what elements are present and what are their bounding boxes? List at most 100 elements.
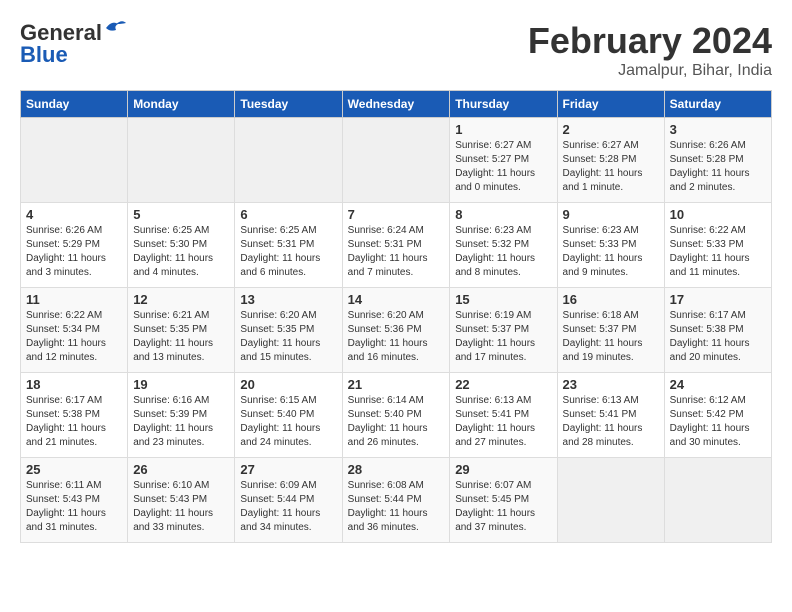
calendar-cell: 19 Sunrise: 6:16 AMSunset: 5:39 PMDayligh… bbox=[128, 373, 235, 458]
calendar-cell: 22 Sunrise: 6:13 AMSunset: 5:41 PMDayligh… bbox=[450, 373, 557, 458]
day-number: 18 bbox=[26, 377, 122, 392]
day-number: 5 bbox=[133, 207, 229, 222]
calendar-body: 1 Sunrise: 6:27 AMSunset: 5:27 PMDaylight… bbox=[21, 118, 772, 543]
calendar-cell: 28 Sunrise: 6:08 AMSunset: 5:44 PMDayligh… bbox=[342, 458, 450, 543]
day-number: 22 bbox=[455, 377, 551, 392]
page-header: General Blue February 2024 Jamalpur, Bih… bbox=[20, 20, 772, 80]
calendar-cell: 23 Sunrise: 6:13 AMSunset: 5:41 PMDayligh… bbox=[557, 373, 664, 458]
calendar-cell: 16 Sunrise: 6:18 AMSunset: 5:37 PMDayligh… bbox=[557, 288, 664, 373]
calendar-cell: 6 Sunrise: 6:25 AMSunset: 5:31 PMDaylight… bbox=[235, 203, 342, 288]
day-info: Sunrise: 6:07 AMSunset: 5:45 PMDaylight:… bbox=[455, 479, 551, 535]
day-number: 23 bbox=[563, 377, 659, 392]
day-info: Sunrise: 6:23 AMSunset: 5:32 PMDaylight:… bbox=[455, 224, 551, 280]
calendar-cell: 2 Sunrise: 6:27 AMSunset: 5:28 PMDaylight… bbox=[557, 118, 664, 203]
day-info: Sunrise: 6:27 AMSunset: 5:28 PMDaylight:… bbox=[563, 139, 659, 195]
calendar-cell: 14 Sunrise: 6:20 AMSunset: 5:36 PMDayligh… bbox=[342, 288, 450, 373]
calendar-cell: 5 Sunrise: 6:25 AMSunset: 5:30 PMDaylight… bbox=[128, 203, 235, 288]
day-info: Sunrise: 6:25 AMSunset: 5:31 PMDaylight:… bbox=[240, 224, 336, 280]
logo-blue: Blue bbox=[20, 42, 68, 68]
day-number: 6 bbox=[240, 207, 336, 222]
weekday-header-friday: Friday bbox=[557, 91, 664, 118]
day-info: Sunrise: 6:17 AMSunset: 5:38 PMDaylight:… bbox=[26, 394, 122, 450]
calendar-cell: 1 Sunrise: 6:27 AMSunset: 5:27 PMDaylight… bbox=[450, 118, 557, 203]
day-info: Sunrise: 6:15 AMSunset: 5:40 PMDaylight:… bbox=[240, 394, 336, 450]
day-info: Sunrise: 6:14 AMSunset: 5:40 PMDaylight:… bbox=[348, 394, 445, 450]
calendar-cell: 21 Sunrise: 6:14 AMSunset: 5:40 PMDayligh… bbox=[342, 373, 450, 458]
weekday-header-sunday: Sunday bbox=[21, 91, 128, 118]
day-number: 10 bbox=[670, 207, 766, 222]
day-number: 12 bbox=[133, 292, 229, 307]
day-number: 4 bbox=[26, 207, 122, 222]
weekday-header-wednesday: Wednesday bbox=[342, 91, 450, 118]
calendar-table: SundayMondayTuesdayWednesdayThursdayFrid… bbox=[20, 90, 772, 543]
day-info: Sunrise: 6:26 AMSunset: 5:28 PMDaylight:… bbox=[670, 139, 766, 195]
day-number: 28 bbox=[348, 462, 445, 477]
calendar-cell: 27 Sunrise: 6:09 AMSunset: 5:44 PMDayligh… bbox=[235, 458, 342, 543]
title-block: February 2024 Jamalpur, Bihar, India bbox=[528, 20, 772, 80]
calendar-cell: 26 Sunrise: 6:10 AMSunset: 5:43 PMDayligh… bbox=[128, 458, 235, 543]
calendar-week-3: 11 Sunrise: 6:22 AMSunset: 5:34 PMDayligh… bbox=[21, 288, 772, 373]
day-number: 16 bbox=[563, 292, 659, 307]
day-info: Sunrise: 6:13 AMSunset: 5:41 PMDaylight:… bbox=[563, 394, 659, 450]
day-number: 13 bbox=[240, 292, 336, 307]
day-info: Sunrise: 6:22 AMSunset: 5:34 PMDaylight:… bbox=[26, 309, 122, 365]
day-number: 19 bbox=[133, 377, 229, 392]
day-info: Sunrise: 6:12 AMSunset: 5:42 PMDaylight:… bbox=[670, 394, 766, 450]
day-info: Sunrise: 6:20 AMSunset: 5:36 PMDaylight:… bbox=[348, 309, 445, 365]
calendar-cell: 11 Sunrise: 6:22 AMSunset: 5:34 PMDayligh… bbox=[21, 288, 128, 373]
day-info: Sunrise: 6:17 AMSunset: 5:38 PMDaylight:… bbox=[670, 309, 766, 365]
day-number: 2 bbox=[563, 122, 659, 137]
day-info: Sunrise: 6:19 AMSunset: 5:37 PMDaylight:… bbox=[455, 309, 551, 365]
calendar-cell bbox=[128, 118, 235, 203]
calendar-cell: 3 Sunrise: 6:26 AMSunset: 5:28 PMDaylight… bbox=[664, 118, 771, 203]
calendar-cell: 20 Sunrise: 6:15 AMSunset: 5:40 PMDayligh… bbox=[235, 373, 342, 458]
day-info: Sunrise: 6:25 AMSunset: 5:30 PMDaylight:… bbox=[133, 224, 229, 280]
day-info: Sunrise: 6:09 AMSunset: 5:44 PMDaylight:… bbox=[240, 479, 336, 535]
day-info: Sunrise: 6:10 AMSunset: 5:43 PMDaylight:… bbox=[133, 479, 229, 535]
weekday-header-tuesday: Tuesday bbox=[235, 91, 342, 118]
day-info: Sunrise: 6:26 AMSunset: 5:29 PMDaylight:… bbox=[26, 224, 122, 280]
calendar-cell: 10 Sunrise: 6:22 AMSunset: 5:33 PMDayligh… bbox=[664, 203, 771, 288]
day-info: Sunrise: 6:23 AMSunset: 5:33 PMDaylight:… bbox=[563, 224, 659, 280]
day-number: 8 bbox=[455, 207, 551, 222]
location: Jamalpur, Bihar, India bbox=[528, 62, 772, 80]
calendar-cell bbox=[21, 118, 128, 203]
day-info: Sunrise: 6:22 AMSunset: 5:33 PMDaylight:… bbox=[670, 224, 766, 280]
day-number: 9 bbox=[563, 207, 659, 222]
day-number: 24 bbox=[670, 377, 766, 392]
logo: General Blue bbox=[20, 20, 126, 68]
day-info: Sunrise: 6:16 AMSunset: 5:39 PMDaylight:… bbox=[133, 394, 229, 450]
logo-bird-icon bbox=[104, 18, 126, 38]
calendar-cell: 9 Sunrise: 6:23 AMSunset: 5:33 PMDaylight… bbox=[557, 203, 664, 288]
calendar-week-2: 4 Sunrise: 6:26 AMSunset: 5:29 PMDaylight… bbox=[21, 203, 772, 288]
calendar-cell: 13 Sunrise: 6:20 AMSunset: 5:35 PMDayligh… bbox=[235, 288, 342, 373]
calendar-cell: 29Sunrise: 6:07 AMSunset: 5:45 PMDayligh… bbox=[450, 458, 557, 543]
day-info: Sunrise: 6:13 AMSunset: 5:41 PMDaylight:… bbox=[455, 394, 551, 450]
day-info: Sunrise: 6:27 AMSunset: 5:27 PMDaylight:… bbox=[455, 139, 551, 195]
day-info: Sunrise: 6:08 AMSunset: 5:44 PMDaylight:… bbox=[348, 479, 445, 535]
day-info: Sunrise: 6:20 AMSunset: 5:35 PMDaylight:… bbox=[240, 309, 336, 365]
calendar-week-4: 18 Sunrise: 6:17 AMSunset: 5:38 PMDayligh… bbox=[21, 373, 772, 458]
day-info: Sunrise: 6:18 AMSunset: 5:37 PMDaylight:… bbox=[563, 309, 659, 365]
calendar-cell: 12Sunrise: 6:21 AMSunset: 5:35 PMDayligh… bbox=[128, 288, 235, 373]
calendar-cell bbox=[664, 458, 771, 543]
day-info: Sunrise: 6:24 AMSunset: 5:31 PMDaylight:… bbox=[348, 224, 445, 280]
calendar-cell bbox=[557, 458, 664, 543]
calendar-cell: 24 Sunrise: 6:12 AMSunset: 5:42 PMDayligh… bbox=[664, 373, 771, 458]
calendar-cell: 18 Sunrise: 6:17 AMSunset: 5:38 PMDayligh… bbox=[21, 373, 128, 458]
calendar-cell bbox=[342, 118, 450, 203]
weekday-header-saturday: Saturday bbox=[664, 91, 771, 118]
day-number: 14 bbox=[348, 292, 445, 307]
calendar-cell: 4 Sunrise: 6:26 AMSunset: 5:29 PMDaylight… bbox=[21, 203, 128, 288]
day-number: 27 bbox=[240, 462, 336, 477]
day-number: 21 bbox=[348, 377, 445, 392]
day-number: 26 bbox=[133, 462, 229, 477]
calendar-cell: 15Sunrise: 6:19 AMSunset: 5:37 PMDayligh… bbox=[450, 288, 557, 373]
day-number: 20 bbox=[240, 377, 336, 392]
day-number: 11 bbox=[26, 292, 122, 307]
day-number: 3 bbox=[670, 122, 766, 137]
day-number: 25 bbox=[26, 462, 122, 477]
calendar-cell: 25Sunrise: 6:11 AMSunset: 5:43 PMDayligh… bbox=[21, 458, 128, 543]
month-title: February 2024 bbox=[528, 20, 772, 62]
day-number: 1 bbox=[455, 122, 551, 137]
